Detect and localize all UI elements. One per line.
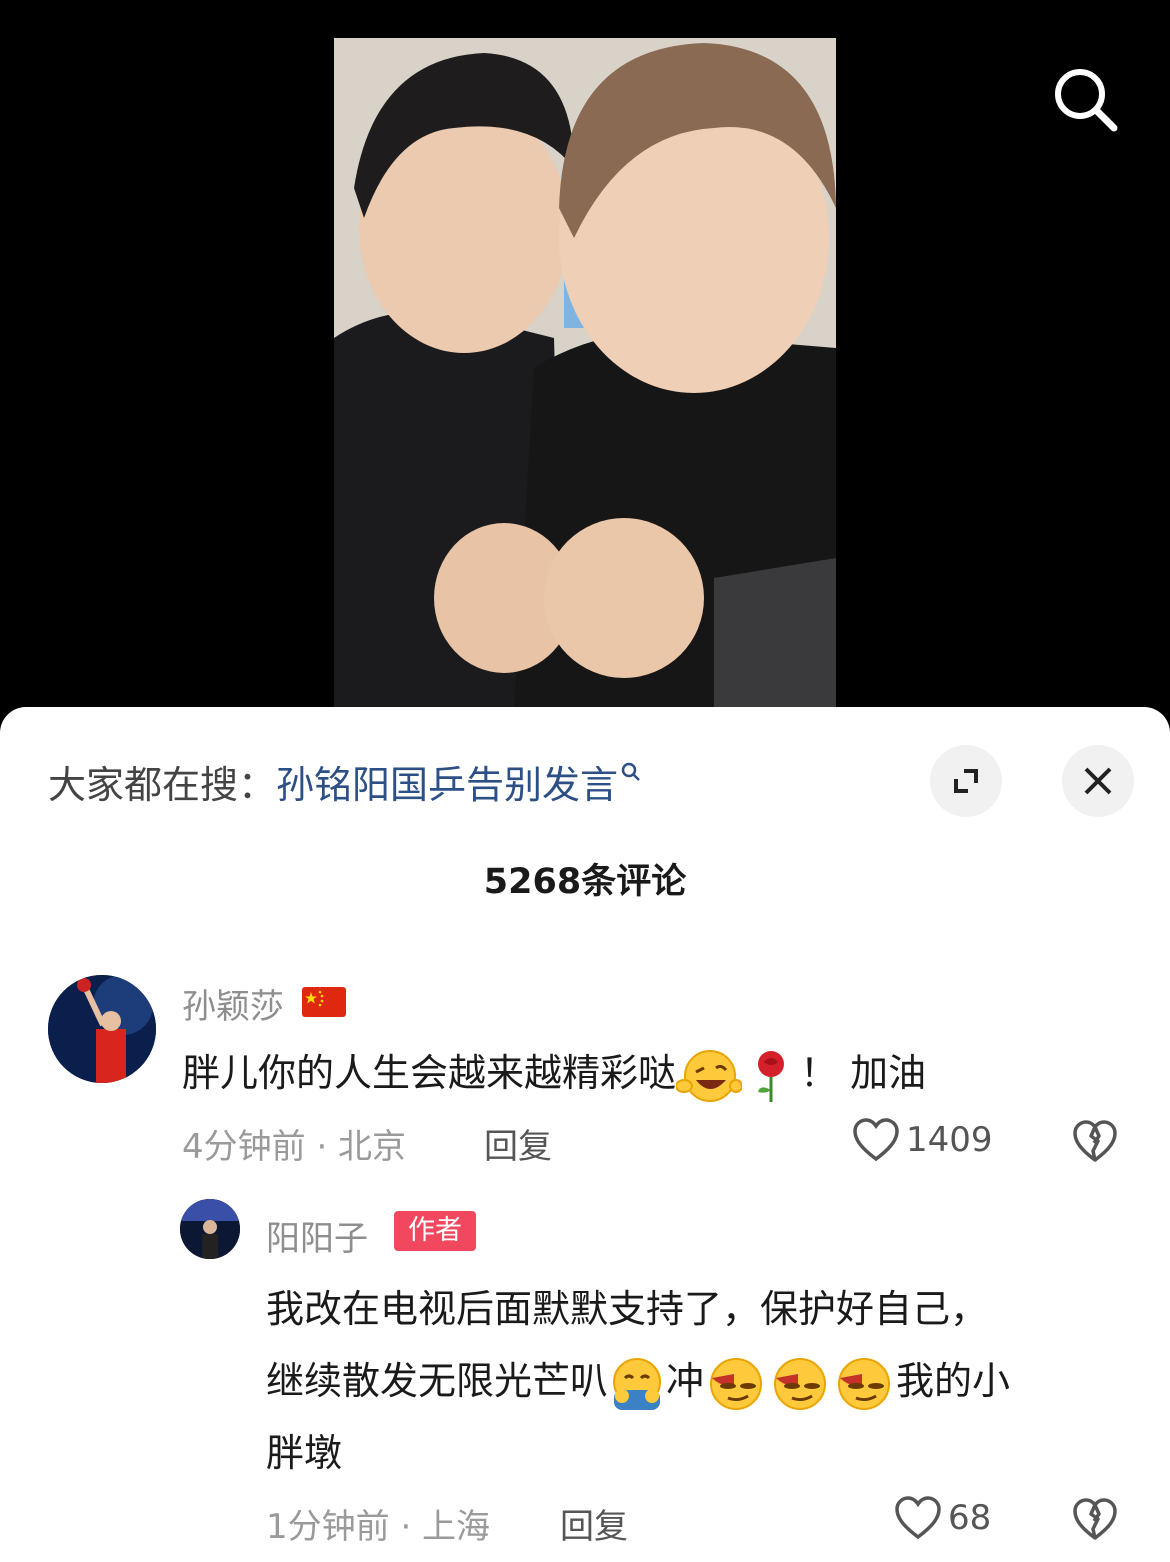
comment-line: 我改在电视后面默默支持了，保护好自己， <box>266 1287 989 1331</box>
smirk-sunglasses-emoji-icon <box>774 1357 827 1410</box>
close-button[interactable] <box>1062 745 1134 817</box>
hot-search-row[interactable]: 大家都在搜： 孙铭阳国乒告别发言 <box>48 755 642 807</box>
comment-text-part: 继续散发无限光芒叭 <box>266 1359 609 1403</box>
like-button[interactable]: 1409 <box>852 1117 993 1163</box>
comment-text-part: ！ 加油 <box>800 1051 927 1095</box>
avatar[interactable] <box>180 1199 240 1259</box>
like-button[interactable]: 68 <box>894 1495 991 1541</box>
video-photo[interactable] <box>334 38 836 710</box>
rose-emoji-icon <box>758 1050 785 1102</box>
avatar-image <box>180 1199 240 1259</box>
avatar-image <box>48 975 156 1083</box>
comment-line: 胖墩 <box>266 1431 343 1475</box>
expand-button[interactable] <box>930 745 1002 817</box>
author-badge: 作者 <box>394 1211 476 1251</box>
smirk-sunglasses-emoji-icon <box>710 1357 763 1410</box>
reply-button[interactable]: 回复 <box>560 1499 628 1548</box>
comment-line: 继续散发无限光芒叭 冲 我的小 <box>266 1345 1126 1417</box>
like-count: 68 <box>948 1498 992 1538</box>
small-search-icon <box>621 762 640 781</box>
china-flag-icon <box>302 987 346 1017</box>
avatar[interactable] <box>48 975 156 1083</box>
comment-username[interactable]: 孙颖莎 <box>182 979 284 1028</box>
comment-meta: 4分钟前 · 北京 <box>182 1127 407 1167</box>
hug-emoji-icon <box>613 1357 662 1410</box>
heart-icon <box>895 1496 941 1540</box>
photo-illustration <box>334 38 836 710</box>
comment-username[interactable]: 阳阳子 <box>266 1211 368 1260</box>
comment-text-part: 冲 <box>666 1359 705 1403</box>
comment-count: 5268条评论 <box>483 862 687 902</box>
video-area[interactable] <box>0 0 1170 730</box>
hot-search-prefix: 大家都在搜： <box>48 762 277 807</box>
comment-meta: 1分钟前 · 上海 <box>266 1507 491 1547</box>
comment-sheet: 大家都在搜： 孙铭阳国乒告别发言 5268条评论 孙颖莎 胖儿你的人生会越来越精… <box>0 707 1170 1562</box>
comment-text-part: 我的小 <box>896 1359 1011 1403</box>
heart-icon <box>853 1118 899 1162</box>
broken-heart-icon[interactable] <box>1072 1497 1118 1543</box>
smirk-sunglasses-emoji-icon <box>838 1357 891 1410</box>
close-icon <box>1084 767 1112 795</box>
search-icon <box>1055 69 1118 132</box>
reply-button[interactable]: 回复 <box>484 1119 552 1168</box>
comment-text-part: 胖儿你的人生会越来越精彩哒 <box>182 1051 677 1095</box>
hot-search-term-link[interactable]: 孙铭阳国乒告别发言 <box>276 754 618 809</box>
comment-text: 我改在电视后面默默支持了，保护好自己， 继续散发无限光芒叭 冲 我的小 胖墩 <box>266 1273 1126 1489</box>
search-button[interactable] <box>1050 64 1122 136</box>
expand-icon <box>954 769 978 793</box>
broken-heart-icon[interactable] <box>1072 1119 1118 1165</box>
comment-text: 胖儿你的人生会越来越精彩哒 ！ 加油 <box>182 1045 926 1104</box>
like-count: 1409 <box>906 1120 993 1160</box>
wink-laugh-emoji-icon <box>676 1049 743 1102</box>
